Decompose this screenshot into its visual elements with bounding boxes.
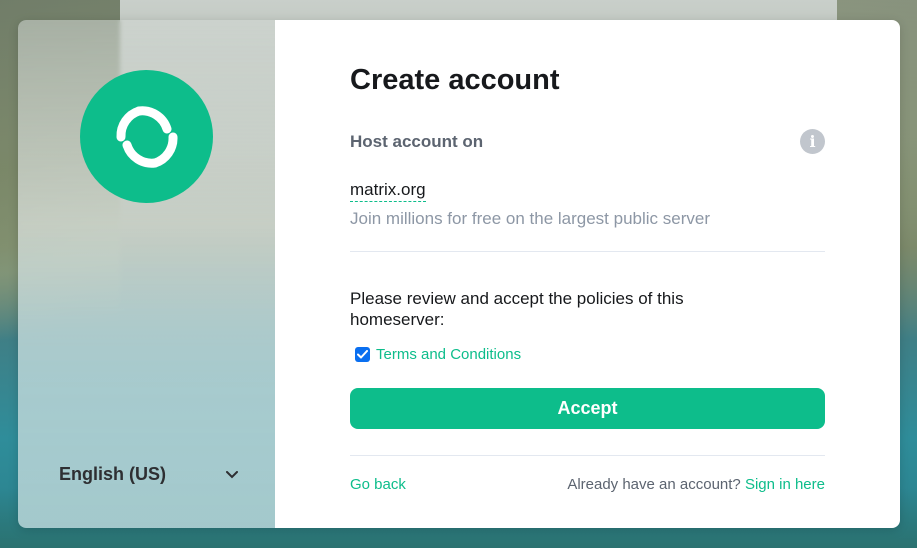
already-text: Already have an account? <box>567 476 741 493</box>
server-description: Join millions for free on the largest pu… <box>350 209 710 228</box>
checkmark-icon <box>357 350 368 359</box>
info-icon[interactable]: i <box>800 129 825 154</box>
terms-checkbox[interactable] <box>355 347 370 362</box>
policy-text: Please review and accept the policies of… <box>350 289 684 329</box>
sign-in-prompt: Already have an account? Sign in here <box>567 476 825 493</box>
element-logo-glyph <box>116 105 177 168</box>
chevron-down-icon <box>225 468 239 482</box>
page-title: Create account <box>350 64 560 96</box>
footer: Go back Already have an account? Sign in… <box>350 476 825 493</box>
terms-row: Terms and Conditions <box>355 346 825 363</box>
host-label: Host account on <box>350 131 484 151</box>
sign-in-link[interactable]: Sign in here <box>745 476 825 493</box>
server-name[interactable]: matrix.org <box>350 180 426 202</box>
language-dropdown[interactable]: English (US) <box>59 464 239 485</box>
host-row: Host account on i <box>350 129 825 154</box>
auth-card: English (US) Create account Host account… <box>18 20 900 528</box>
element-logo-icon <box>80 70 213 203</box>
terms-link[interactable]: Terms and Conditions <box>376 346 521 363</box>
auth-sidebar: English (US) <box>18 20 275 528</box>
go-back-link[interactable]: Go back <box>350 476 406 493</box>
accept-button[interactable]: Accept <box>350 388 825 429</box>
divider <box>350 251 825 252</box>
footer-divider <box>350 455 825 456</box>
language-label: English (US) <box>59 464 166 484</box>
auth-main: Create account Host account on i matrix.… <box>275 20 900 528</box>
